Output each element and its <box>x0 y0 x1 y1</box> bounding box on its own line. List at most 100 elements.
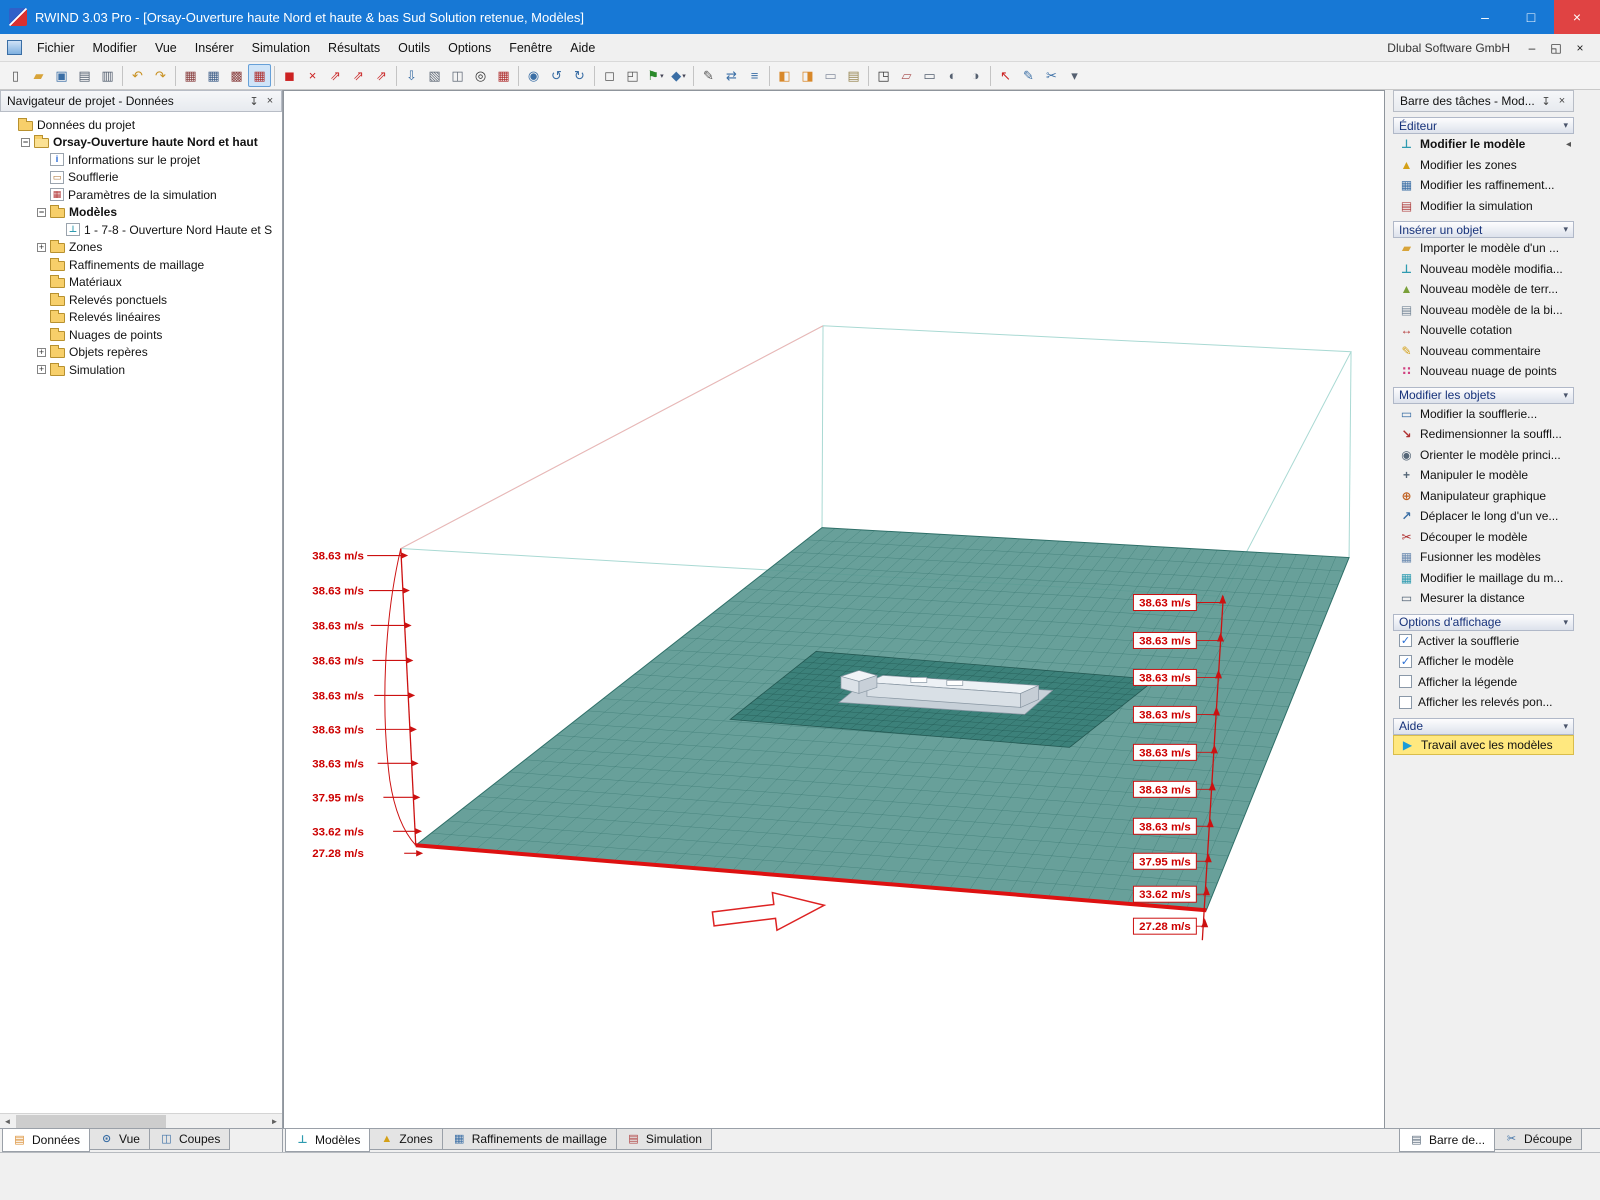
table-refinements-button[interactable]: ▦ <box>202 64 225 87</box>
task-item-mesurer-la-distance[interactable]: ▭ Mesurer la distance <box>1393 588 1574 609</box>
menu-item-simulation[interactable]: Simulation <box>243 34 319 61</box>
menu-item-fenêtre[interactable]: Fenêtre <box>500 34 561 61</box>
tree-item-objets-repères[interactable]: + Objets repères <box>0 344 282 362</box>
tree-item-données-du-projet[interactable]: Données du projet <box>0 116 282 134</box>
shading-mode-button[interactable]: ≡ <box>743 64 766 87</box>
tree-item-orsay-ouverture-haute-nord-et-haut[interactable]: − Orsay-Ouverture haute Nord et haut <box>0 134 282 152</box>
view-front-button[interactable]: ◻ <box>598 64 621 87</box>
tree-item-relevés-ponctuels[interactable]: Relevés ponctuels <box>0 291 282 309</box>
navigator-pin-icon[interactable]: ↧ <box>246 93 262 109</box>
display-settings-button[interactable]: ✂ <box>1040 64 1063 87</box>
close-button[interactable]: × <box>1554 0 1600 34</box>
task-item-afficher-le-modèle[interactable]: ✓ Afficher le modèle <box>1393 651 1574 672</box>
new-file-button[interactable]: ▯ <box>4 64 27 87</box>
rotate-left-button[interactable]: ↺ <box>545 64 568 87</box>
task-item-modifier-le-modèle[interactable]: ⊥ Modifier le modèle ◂ <box>1393 134 1574 155</box>
task-item-orienter-le-modèle-princi[interactable]: ◉ Orienter le modèle princi... <box>1393 445 1574 466</box>
tab-modèles[interactable]: ⊥ Modèles <box>285 1129 371 1152</box>
dock-navigator-button[interactable]: ◧ <box>773 64 796 87</box>
navigator-close-icon[interactable]: × <box>262 93 278 109</box>
task-item-modifier-la-simulation[interactable]: ▤ Modifier la simulation <box>1393 196 1574 217</box>
tree-item-matériaux[interactable]: Matériaux <box>0 274 282 292</box>
expander-plus-icon[interactable]: + <box>37 365 46 375</box>
menu-item-résultats[interactable]: Résultats <box>319 34 389 61</box>
tree-item-soufflerie[interactable]: ▭ Soufflerie <box>0 169 282 187</box>
selection-pointer-button[interactable]: ↖ <box>994 64 1017 87</box>
checkbox-unchecked[interactable] <box>1399 675 1412 689</box>
taskbar-pin-icon[interactable]: ↧ <box>1538 93 1554 109</box>
expander-minus-icon[interactable]: − <box>21 137 30 147</box>
open-folder-button[interactable]: ▰ <box>27 64 50 87</box>
menu-item-outils[interactable]: Outils <box>389 34 439 61</box>
scroll-left-icon[interactable]: ◄ <box>0 1114 15 1129</box>
wind-profile-y-button[interactable]: ⇗ <box>347 64 370 87</box>
task-item-nouveau-modèle-modifia[interactable]: ⊥ Nouveau modèle modifia... <box>1393 259 1574 280</box>
zoom-dynamic-button[interactable]: ◉ <box>522 64 545 87</box>
zoom-region-button[interactable]: ◎ <box>469 64 492 87</box>
task-item-modifier-les-zones[interactable]: ▲ Modifier les zones <box>1393 155 1574 176</box>
navigator-hscrollbar[interactable]: ◄ ► <box>0 1113 282 1128</box>
section-header-insérer-un-objet[interactable]: Insérer un objet ▾ <box>1393 221 1574 238</box>
import-geometry-button[interactable]: ⇩ <box>400 64 423 87</box>
redo-button[interactable]: ↷ <box>149 64 172 87</box>
section-header-éditeur[interactable]: Éditeur ▾ <box>1393 117 1574 134</box>
brightness-button[interactable]: ◑ <box>964 64 987 87</box>
transparency-button[interactable]: ◐ <box>941 64 964 87</box>
child-close-button[interactable]: × <box>1568 37 1592 59</box>
view-direction-button[interactable]: ◆ ▾ <box>667 64 690 87</box>
zones-overlay-button[interactable]: ▦ <box>492 64 515 87</box>
view-isometric-button[interactable]: ◰ <box>621 64 644 87</box>
print-button[interactable]: ▥ <box>96 64 119 87</box>
save-button[interactable]: ▣ <box>50 64 73 87</box>
scrollbar-thumb[interactable] <box>16 1114 166 1128</box>
tab-vue[interactable]: ⊙ Vue <box>89 1129 150 1150</box>
expander-plus-icon[interactable]: + <box>37 242 46 252</box>
task-item-déplacer-le-long-d-un-ve[interactable]: ↗ Déplacer le long d'un ve... <box>1393 506 1574 527</box>
child-restore-button[interactable]: ◱ <box>1544 37 1568 59</box>
wind-profile-z-button[interactable]: ⇗ <box>370 64 393 87</box>
task-item-manipuler-le-modèle[interactable]: + Manipuler le modèle <box>1393 465 1574 486</box>
paste-view-button[interactable]: ▤ <box>842 64 865 87</box>
tab-coupes[interactable]: ◫ Coupes <box>148 1129 231 1150</box>
task-item-nouveau-modèle-de-la-bi[interactable]: ▤ Nouveau modèle de la bi... <box>1393 300 1574 321</box>
task-item-travail-avec-les-modèles[interactable]: ▶ Travail avec les modèles <box>1393 734 1574 755</box>
new-window-button[interactable]: ◫ <box>446 64 469 87</box>
clipping-plane-button[interactable]: ✎ <box>697 64 720 87</box>
section-header-options-d-affichage[interactable]: Options d'affichage ▾ <box>1393 613 1574 631</box>
rotate-right-button[interactable]: ↻ <box>568 64 591 87</box>
task-item-afficher-les-relevés-pon[interactable]: Afficher les relevés pon... <box>1393 692 1574 713</box>
minimize-button[interactable]: – <box>1462 0 1508 34</box>
task-item-activer-la-soufflerie[interactable]: ✓ Activer la soufflerie <box>1393 631 1574 652</box>
menu-item-options[interactable]: Options <box>439 34 500 61</box>
tree-item-paramètres-de-la-simulation[interactable]: ▦ Paramètres de la simulation <box>0 186 282 204</box>
menu-item-insérer[interactable]: Insérer <box>186 34 243 61</box>
menu-item-vue[interactable]: Vue <box>146 34 186 61</box>
section-header-aide[interactable]: Aide ▾ <box>1393 717 1574 735</box>
viewport[interactable]: 38.63 m/s 38.63 m/s 38.63 m/s 38.63 m/s 38.6… <box>283 90 1385 1128</box>
taskbar-close-icon[interactable]: × <box>1554 93 1570 109</box>
checkbox-unchecked[interactable] <box>1399 695 1412 709</box>
menu-item-modifier[interactable]: Modifier <box>84 34 146 61</box>
section-dropdown-icon[interactable]: ▾ <box>1563 120 1568 131</box>
task-item-modifier-les-raffinement[interactable]: ▦ Modifier les raffinement... <box>1393 175 1574 196</box>
tab-barre-de[interactable]: ▤ Barre de... <box>1399 1129 1496 1152</box>
table-grid-button[interactable]: ▦ <box>248 64 271 87</box>
expander-plus-icon[interactable]: + <box>37 347 46 357</box>
task-item-redimensionner-la-souffl[interactable]: ↘ Redimensionner la souffl... <box>1393 424 1574 445</box>
screen-capture-button[interactable]: ▭ <box>918 64 941 87</box>
undo-button[interactable]: ↶ <box>126 64 149 87</box>
tab-données[interactable]: ▤ Données <box>2 1129 91 1152</box>
tree-item-raffinements-de-maillage[interactable]: Raffinements de maillage <box>0 256 282 274</box>
tree-item-relevés-linéaires[interactable]: Relevés linéaires <box>0 309 282 327</box>
menu-item-fichier[interactable]: Fichier <box>28 34 84 61</box>
wind-profile-x-button[interactable]: ⇗ <box>324 64 347 87</box>
table-zones-button[interactable]: ▦ <box>179 64 202 87</box>
task-item-fusionner-les-modèles[interactable]: ▦ Fusionner les modèles <box>1393 547 1574 568</box>
menu-item-aide[interactable]: Aide <box>561 34 604 61</box>
dock-panels-button[interactable]: ▭ <box>819 64 842 87</box>
wireframe-box-button[interactable]: ◳ <box>872 64 895 87</box>
table-results-button[interactable]: ▩ <box>225 64 248 87</box>
task-item-nouvelle-cotation[interactable]: ↔ Nouvelle cotation <box>1393 320 1574 341</box>
task-item-nouveau-nuage-de-points[interactable]: ∷ Nouveau nuage de points <box>1393 361 1574 382</box>
tab-découpe[interactable]: ✂ Découpe <box>1494 1129 1583 1150</box>
